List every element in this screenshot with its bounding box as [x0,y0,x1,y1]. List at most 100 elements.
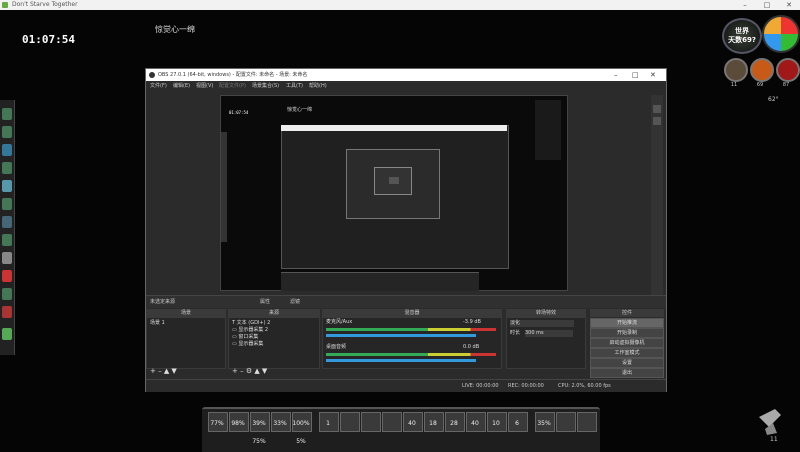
obs-maximize-button[interactable]: □ [632,69,639,81]
nested-game-title: 惊觉心一绵 [287,107,313,113]
duration-input[interactable]: 300 ms [525,330,573,337]
window-title: Don't Starve Together [12,1,78,8]
menu-view[interactable]: 视图(V) [196,81,213,91]
inventory-slot-label: 18 [429,420,437,427]
menu-profile[interactable]: 配置文件(P) [219,81,246,91]
nested-clock: 01:07:54 [229,110,249,115]
inventory-slot[interactable] [361,412,381,432]
mixer-volume-slider[interactable] [326,334,476,337]
craft-tab-ancient-icon[interactable] [2,288,12,300]
close-button[interactable]: ✕ [780,0,798,10]
source-toolbar: 未选定来源 属性 滤镜 [146,295,666,308]
source-item[interactable]: ▭ 显示器采集 [232,341,263,348]
inventory-slot-label: 98% [231,420,245,427]
controls-panel-header: 控件 [590,309,664,317]
scenes-panel: 场景 1 + – ▲ ▼ [146,317,226,375]
start-streaming-button[interactable]: 开始推流 [590,318,664,328]
inventory-slot[interactable] [556,412,576,432]
studio-mode-button[interactable]: 工作室模式 [590,348,664,358]
properties-button[interactable]: 属性 [260,296,270,308]
inventory-slot[interactable] [577,412,597,432]
menu-tools[interactable]: 工具(T) [286,81,303,91]
inventory-slot[interactable] [340,412,360,432]
health-value: 87 [782,82,790,88]
inventory-slot-label: 39% [252,420,266,427]
filters-button[interactable]: 滤镜 [290,296,300,308]
mixer-volume-slider[interactable] [326,359,476,362]
hunger-icon [724,58,748,82]
nested-obs-titlebar [281,125,507,131]
craft-tab-book-icon[interactable] [2,306,12,318]
craft-tab-survival-icon[interactable] [2,144,12,156]
craft-tab-science-icon[interactable] [2,180,12,192]
mixer-panel: 麦克风/Aux -3.9 dB 桌面音频 0.0 dB [322,317,502,369]
inventory-slot[interactable] [382,412,402,432]
source-item[interactable]: T 文本 (GDI+) 2 [232,320,270,327]
craft-tab-food-icon[interactable] [2,162,12,174]
world-day-badge: 世界 天数69? [722,18,762,54]
craft-tab-light-icon[interactable] [2,126,12,138]
craft-tab-fight-icon[interactable] [2,198,12,210]
game-overlay-title: 惊觉心一绵 [155,25,195,34]
transitions-panel-header: 转场特效 [506,309,586,317]
mixer-meter [326,328,496,331]
world-days: 天数69? [728,36,756,44]
menu-file[interactable]: 文件(F) [150,81,167,91]
minimize-button[interactable]: – [736,0,754,10]
source-item[interactable]: ▭ 窗口采集 [232,334,258,341]
inventory-slot-label: 28 [450,420,458,427]
craft-tab-tools-icon[interactable] [2,108,12,120]
obs-minimize-button[interactable]: – [614,69,618,81]
scenes-panel-header: 场景 [146,309,226,317]
craft-tab-dress-icon[interactable] [2,270,12,282]
mixer-channel-name: 桌面音频 [326,344,347,350]
sources-panel: T 文本 (GDI+) 2 ▭ 显示器采集 2 ▭ 窗口采集 ▭ 显示器采集 +… [228,317,320,375]
craft-tab-refine-icon[interactable] [2,234,12,246]
hunger-value: 11 [730,82,738,88]
mixer-panel-header: 混音器 [322,309,502,317]
menu-help[interactable]: 帮助(H) [309,81,327,91]
transitions-panel: 淡化 时长 300 ms [506,317,586,369]
world-label: 世界 [735,27,749,35]
backpack-icon[interactable] [755,405,785,440]
menu-edit[interactable]: 编辑(E) [173,81,190,91]
start-recording-button[interactable]: 开始录制 [590,328,664,338]
sanity-value: 69 [756,82,764,88]
menu-scene-collection[interactable]: 场景集合(S) [252,81,279,91]
obs-titlebar: OBS 27.0.1 (64-bit, windows) - 配置文件: 未命名… [146,69,666,81]
mixer-channel-db: 0.0 dB [463,344,480,350]
obs-menubar: 文件(F) 编辑(E) 视图(V) 配置文件(P) 场景集合(S) 工具(T) … [146,81,666,91]
source-add-remove-controls[interactable]: + – ⚙ ▲ ▼ [232,368,267,375]
scene-item[interactable]: 场景 1 [150,320,165,327]
rec-time: REC: 00:00:00 [508,383,544,389]
craft-tab-magic-icon[interactable] [2,252,12,264]
dock-button-icon[interactable] [653,105,661,113]
source-item[interactable]: ▭ 显示器采集 2 [232,327,268,334]
nested-hotbar [281,272,479,291]
obs-window: OBS 27.0.1 (64-bit, windows) - 配置文件: 未命名… [145,68,667,392]
maximize-button[interactable]: □ [758,0,776,10]
nested-obs-window-4 [389,177,399,184]
corner-count: 11 [770,436,778,443]
transition-select[interactable]: 淡化 [510,320,574,327]
craft-tab-structures-icon[interactable] [2,216,12,228]
sanity-icon [750,58,774,82]
temperature-readout: 62° [768,96,779,103]
window-titlebar: Don't Starve Together – □ ✕ [0,0,800,10]
craft-tab-special-icon[interactable] [2,328,12,340]
live-time: LIVE: 00:00:00 [462,383,499,389]
obs-close-button[interactable]: ✕ [650,69,656,81]
nested-crafting-bar [221,132,227,242]
dock-button-icon[interactable] [653,117,661,125]
virtual-camera-button[interactable]: 启动虚拟摄像机 [590,338,664,348]
inventory-sub-label: 75% [252,438,266,445]
inventory-slot-label: 40 [471,420,479,427]
scene-add-remove-controls[interactable]: + – ▲ ▼ [150,368,177,375]
exit-button[interactable]: 退出 [590,368,664,378]
settings-button[interactable]: 设置 [590,358,664,368]
season-clock-icon [762,15,800,53]
mixer-meter [326,353,496,356]
inventory-slot-label: 35% [537,420,551,427]
inventory-slot-label: 100% [292,420,310,427]
nested-hud [535,100,561,160]
